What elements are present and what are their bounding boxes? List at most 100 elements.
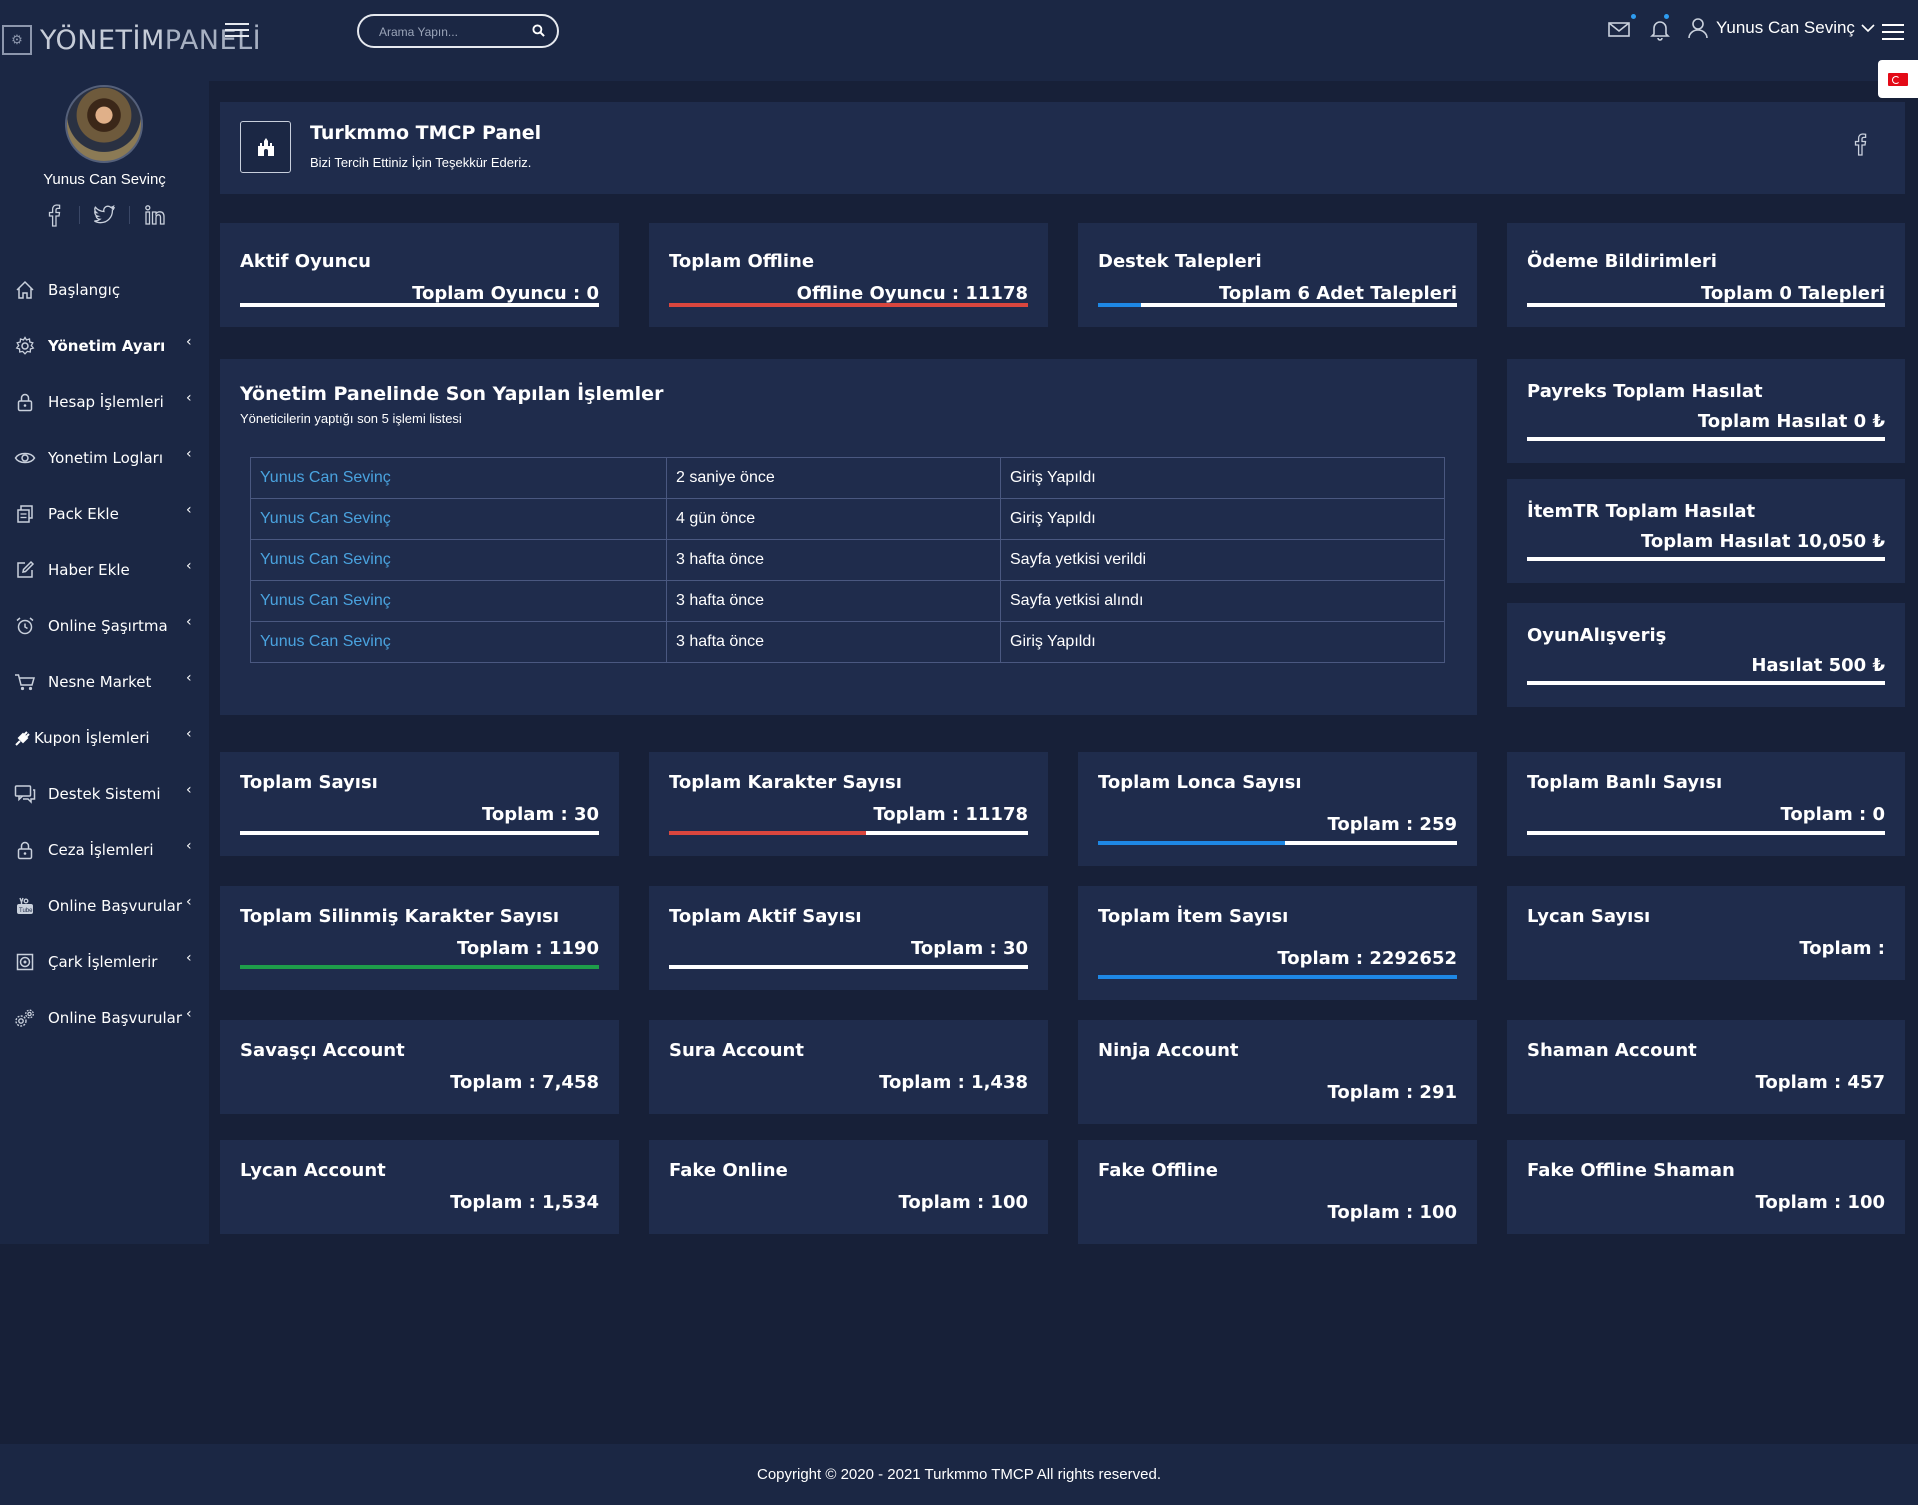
progress-bar [1527,681,1885,685]
search-input[interactable] [379,23,529,41]
user-menu[interactable]: Yunus Can Sevinç [1688,15,1883,41]
twitter-icon[interactable] [92,203,116,227]
account-card-fake-offline-shaman: Fake Offline Shaman Toplam : 100 [1507,1140,1905,1234]
table-cell-user[interactable]: Yunus Can Sevinç [250,539,667,581]
progress-bar [240,965,599,969]
account-title: Shaman Account [1527,1040,1697,1061]
bell-icon[interactable] [1648,17,1672,41]
table-cell-user[interactable]: Yunus Can Sevinç [250,621,667,663]
progress-bar [240,831,599,835]
facebook-icon[interactable] [47,203,61,227]
stat-card-destek-talepleri: Destek Talepleri Toplam 6 Adet Talepleri [1078,223,1477,327]
table-cell-user[interactable]: Yunus Can Sevinç [250,457,667,499]
sidebar-item-online-basvurular[interactable]: Tube Online Başvurular ‹ [0,878,209,934]
sidebar-item-pack-ekle[interactable]: Pack Ekle ‹ [0,486,209,542]
mail-icon[interactable] [1607,17,1631,41]
chevron-left-icon: ‹ [186,614,192,630]
language-selector[interactable] [1878,60,1918,98]
table-row: Yunus Can Sevinç 4 gün önce Giriş Yapıld… [250,498,1445,540]
stat-card-toplam-item-sayisi: Toplam İtem Sayısı Toplam : 2292652 [1078,886,1477,1000]
svg-text:Tube: Tube [19,908,33,914]
chevron-left-icon: ‹ [186,502,192,518]
stat-card-toplam-sayisi: Toplam Sayısı Toplam : 30 [220,752,619,856]
panel-subtitle: Bizi Tercih Ettiniz İçin Teşekkür Ederiz… [310,155,532,170]
account-value: Toplam : 100 [898,1192,1028,1213]
sidebar-item-destek-sistemi[interactable]: Destek Sistemi ‹ [0,766,209,822]
sidebar-item-ceza-islemleri[interactable]: Ceza İşlemleri ‹ [0,822,209,878]
sidebar-item-yonetim-loglari[interactable]: Yonetim Logları ‹ [0,430,209,486]
progress-bar [1098,841,1457,845]
account-card-lycan: Lycan Account Toplam : 1,534 [220,1140,619,1234]
sidebar-item-hesap-islemleri[interactable]: Hesap İşlemleri ‹ [0,374,209,430]
stat-title: Aktif Oyuncu [240,251,371,272]
sidebar-item-nesne-market[interactable]: Nesne Market ‹ [0,654,209,710]
account-value: Toplam : 457 [1755,1072,1885,1093]
account-card-savasci: Savaşçı Account Toplam : 7,458 [220,1020,619,1114]
table-cell-user[interactable]: Yunus Can Sevinç [250,498,667,540]
sidebar-item-haber-ekle[interactable]: Haber Ekle ‹ [0,542,209,598]
chevron-left-icon: ‹ [186,838,192,854]
chevron-left-icon: ‹ [186,782,192,798]
linkedin-icon[interactable] [143,203,167,227]
account-title: Fake Offline [1098,1160,1218,1181]
revenue-value: Toplam Hasılat 10,050 ₺ [1640,531,1885,552]
lock-icon [14,839,36,861]
sidebar-item-cark-islemleri[interactable]: Çark İşlemlerir ‹ [0,934,209,990]
table-cell-action: Giriş Yapıldı [1000,457,1445,499]
sidebar-item-kupon-islemleri[interactable]: Kupon İşlemleri ‹ [0,710,209,766]
account-value: Toplam : 291 [1327,1082,1457,1103]
logo-main-text: YÖNETİM [40,24,165,56]
sidebar-item-online-basvurular-2[interactable]: Online Başvurular ‹ [0,990,209,1046]
table-title: Yönetim Panelinde Son Yapılan İşlemler [240,383,664,405]
revenue-card-oyunalisveris: OyunAlışveriş Hasılat 500 ₺ [1507,603,1905,707]
avatar[interactable] [65,85,143,163]
sidebar-item-yonetim-ayari[interactable]: Yönetim Ayarı ‹ [0,318,209,374]
table-cell-action: Sayfa yetkisi alındı [1000,580,1445,622]
edit-icon [14,559,36,581]
sidebar-toggle-button[interactable] [225,19,249,41]
sidebar-item-baslangic[interactable]: Başlangıç [0,262,209,318]
table-cell-user[interactable]: Yunus Can Sevinç [250,580,667,622]
user-menu-name: Yunus Can Sevinç [1716,18,1855,37]
stat-value: Toplam : [1799,938,1885,959]
sidebar-item-online-sasirtma[interactable]: Online Şaşırtma ‹ [0,598,209,654]
sidebar: Yunus Can Sevinç Başlangıç Yönetim Ayarı… [0,81,209,1244]
account-title: Ninja Account [1098,1040,1239,1061]
footer-copyright: Copyright © 2020 - 2021 Turkmmo TMCP All… [0,1444,1918,1505]
table-cell-time: 3 hafta önce [666,621,1001,663]
stat-title: Toplam Lonca Sayısı [1098,772,1302,793]
account-card-ninja: Ninja Account Toplam : 291 [1078,1020,1477,1124]
stat-card-odeme-bildirimleri: Ödeme Bildirimleri Toplam 0 Talepleri [1507,223,1905,327]
stat-value: Toplam : 0 [1780,804,1885,825]
chevron-left-icon: ‹ [186,726,192,742]
progress-bar [1098,303,1457,307]
app-logo[interactable]: ⚙ YÖNETİMPANELİ [0,22,261,58]
facebook-icon[interactable] [1853,132,1867,156]
right-menu-button[interactable] [1882,19,1904,45]
progress-bar [1527,303,1885,307]
progress-bar [1098,975,1457,979]
search-icon[interactable] [532,24,545,37]
account-value: Toplam : 1,438 [879,1072,1028,1093]
account-card-fake-online: Fake Online Toplam : 100 [649,1140,1048,1234]
cart-icon [14,671,36,693]
account-title: Sura Account [669,1040,804,1061]
chevron-left-icon: ‹ [186,950,192,966]
progress-bar [669,303,1028,307]
user-icon [1688,18,1708,39]
stat-title: Toplam İtem Sayısı [1098,906,1289,927]
progress-bar [1527,557,1885,561]
stat-value: Toplam 0 Talepleri [1700,283,1885,304]
table-cell-time: 3 hafta önce [666,539,1001,581]
table-cell-time: 4 gün önce [666,498,1001,540]
chevron-left-icon: ‹ [186,1006,192,1022]
search-box [357,14,559,48]
revenue-card-payreks: Payreks Toplam Hasılat Toplam Hasılat 0 … [1507,359,1905,463]
mail-notification-dot [1631,14,1636,19]
stat-value: Toplam : 30 [911,938,1028,959]
table-row: Yunus Can Sevinç 3 hafta önce Sayfa yetk… [250,539,1445,581]
stat-title: Lycan Sayısı [1527,906,1651,927]
table-row: Yunus Can Sevinç 3 hafta önce Sayfa yetk… [250,580,1445,622]
table-subtitle: Yöneticilerin yaptığı son 5 işlemi liste… [240,411,462,426]
account-value: Toplam : 1,534 [450,1192,599,1213]
